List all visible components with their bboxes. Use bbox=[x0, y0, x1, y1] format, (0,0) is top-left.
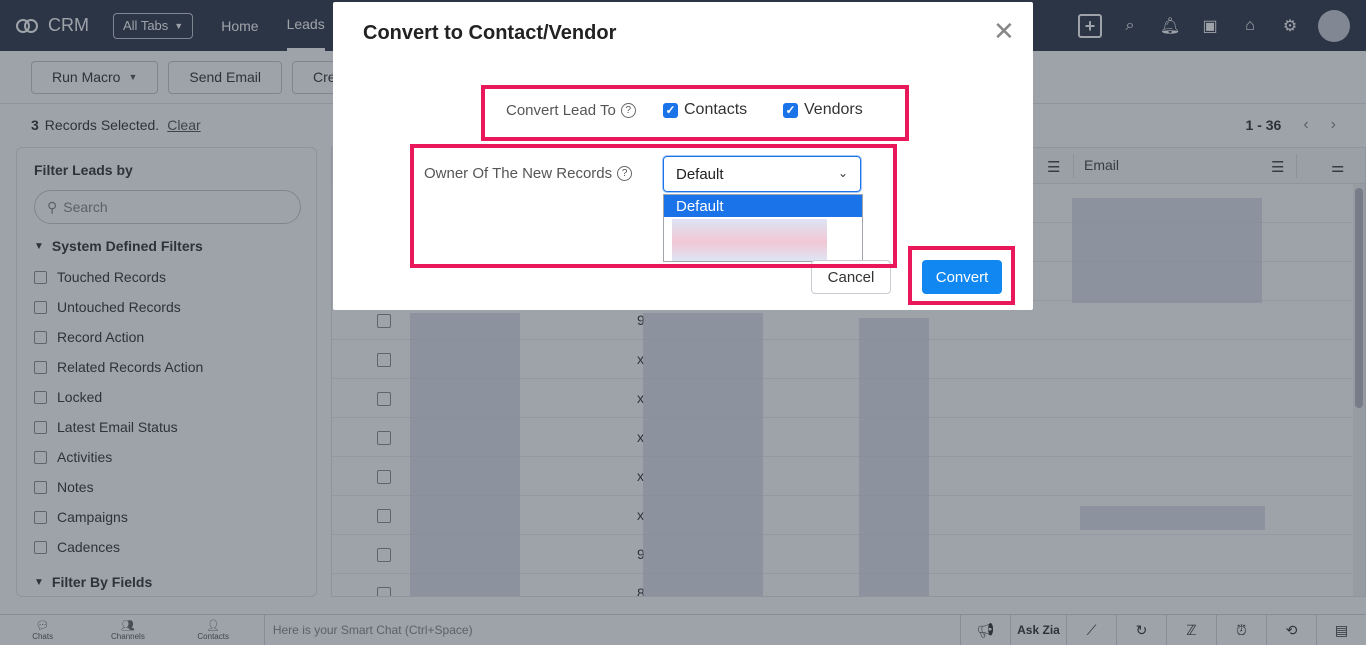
highlight-owner bbox=[410, 144, 897, 268]
dialog-title: Convert to Contact/Vendor bbox=[363, 22, 617, 44]
close-icon[interactable]: ✕ bbox=[993, 18, 1015, 44]
highlight-convert-button bbox=[908, 246, 1015, 305]
highlight-convert-lead-to bbox=[481, 85, 909, 141]
